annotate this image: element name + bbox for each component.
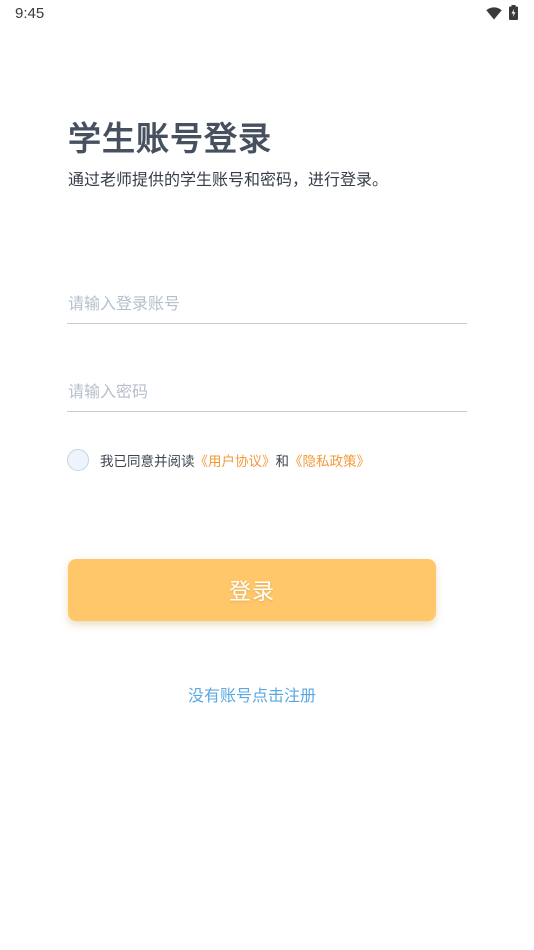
login-button-label: 登录 [228,580,275,605]
agreement-checkbox[interactable] [67,449,89,471]
password-input[interactable] [67,372,467,412]
agreement-conjunction: 和 [275,454,290,470]
agreement-prefix: 我已同意并阅读 [100,454,195,470]
page-title: 学生账号登录 [68,119,272,158]
status-icons [486,5,518,24]
status-bar: 9:45 [0,0,534,28]
terms-link[interactable]: 《用户协议》 [195,450,276,470]
account-input[interactable] [67,284,467,324]
page-subtitle: 通过老师提供的学生账号和密码，进行登录。 [68,170,389,189]
wifi-icon [486,5,502,24]
login-button[interactable]: 登录 [68,559,436,621]
status-time: 9:45 [15,5,45,22]
agreement-row: 我已同意并阅读 《用户协议》 和 《隐私政策》 [67,449,370,471]
privacy-link[interactable]: 《隐私政策》 [289,450,370,470]
battery-icon [509,5,518,24]
register-link[interactable]: 没有账号点击注册 [0,682,504,706]
